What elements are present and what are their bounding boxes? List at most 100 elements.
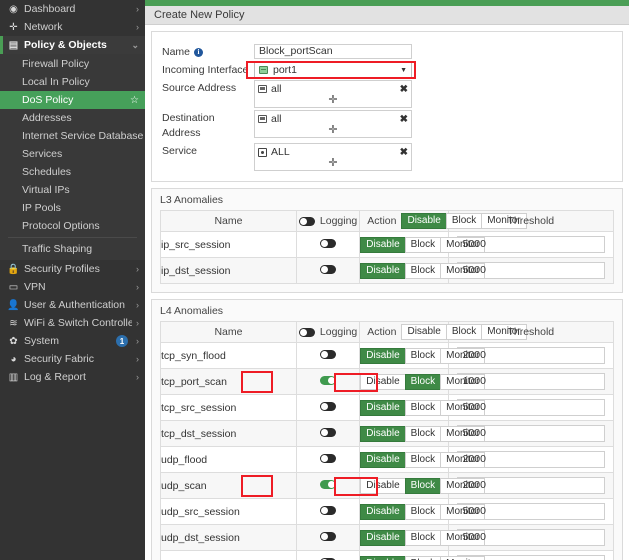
action-button-block[interactable]: Block — [404, 451, 442, 468]
action-button-block[interactable]: Block — [404, 503, 442, 520]
logging-toggle[interactable] — [320, 453, 337, 463]
action-button-disable[interactable]: Disable — [360, 477, 406, 494]
name-input[interactable]: Block_portScan — [254, 44, 412, 59]
info-icon[interactable]: i — [194, 48, 204, 57]
action-button-block[interactable]: Block — [404, 529, 442, 546]
remove-source-address-icon[interactable]: ✖ — [400, 84, 408, 95]
table-row[interactable]: udp_flood DisableBlockMonitor2000 — [160, 446, 615, 473]
logging-toggle[interactable] — [320, 264, 337, 274]
table-row[interactable]: tcp_port_scan DisableBlockMonitor1000 — [160, 368, 615, 395]
action-button-block[interactable]: Block — [445, 324, 483, 340]
sidebar-item-dos-policy[interactable]: DoS Policy ☆ — [0, 91, 145, 109]
sidebar-item-ip-pools[interactable]: IP Pools — [0, 199, 145, 217]
action-button-block[interactable]: Block — [404, 373, 442, 390]
action-button-disable[interactable]: Disable — [360, 503, 406, 520]
sidebar-item-services[interactable]: Services — [0, 145, 145, 163]
add-source-address-icon[interactable]: ✛ — [258, 95, 408, 106]
table-row[interactable]: tcp_dst_session DisableBlockMonitor5000 — [160, 420, 615, 447]
action-button-block[interactable]: Block — [404, 477, 442, 494]
sidebar-item-addresses[interactable]: Addresses — [0, 109, 145, 127]
sidebar-item-wifi-switch-controller[interactable]: ≋ WiFi & Switch Controller › — [0, 314, 145, 332]
remove-service-icon[interactable]: ✖ — [400, 147, 408, 158]
sidebar-item-virtual-ips[interactable]: Virtual IPs — [0, 181, 145, 199]
sidebar-item-vpn[interactable]: ▭ VPN › — [0, 278, 145, 296]
logging-toggle-all[interactable] — [298, 327, 315, 337]
logging-toggle[interactable] — [320, 479, 337, 489]
action-button-block[interactable]: Block — [404, 262, 442, 279]
threshold-input[interactable]: 2000 — [456, 347, 605, 364]
content-scroll[interactable]: Name i Block_portScan Incoming Interface… — [145, 25, 629, 560]
logging-toggle[interactable] — [320, 375, 337, 385]
add-service-icon[interactable]: ✛ — [258, 158, 408, 169]
threshold-input[interactable]: 5000 — [456, 425, 605, 442]
threshold-input[interactable]: 5000 — [456, 503, 605, 520]
action-button-disable[interactable]: Disable — [360, 236, 406, 253]
favorite-star-icon[interactable]: ☆ — [130, 95, 139, 106]
table-row[interactable]: udp_src_session DisableBlockMonitor5000 — [160, 498, 615, 525]
sidebar-item-internet-service-database[interactable]: Internet Service Database — [0, 127, 145, 145]
action-button-disable[interactable]: Disable — [401, 213, 447, 229]
action-button-block[interactable]: Block — [445, 213, 483, 229]
threshold-input[interactable]: 5000 — [456, 399, 605, 416]
sidebar-item-security-fabric[interactable]: ◕ Security Fabric › — [0, 350, 145, 368]
action-button-disable[interactable]: Disable — [360, 262, 406, 279]
action-button-block[interactable]: Block — [404, 555, 442, 560]
action-button-block[interactable]: Block — [404, 236, 442, 253]
sidebar-item-protocol-options[interactable]: Protocol Options — [0, 217, 145, 235]
threshold-input[interactable]: 5000 — [456, 529, 605, 546]
toggle-knob — [299, 328, 307, 336]
action-button-disable[interactable]: Disable — [401, 324, 447, 340]
action-button-block[interactable]: Block — [404, 399, 442, 416]
table-row[interactable]: udp_dst_session DisableBlockMonitor5000 — [160, 524, 615, 551]
name-field-wrap: Block_portScan — [254, 44, 412, 59]
destination-address-box[interactable]: all ✖ ✛ — [254, 110, 412, 138]
logging-toggle-all[interactable] — [298, 216, 315, 226]
sidebar-item-traffic-shaping[interactable]: Traffic Shaping — [0, 240, 145, 258]
incoming-interface-select[interactable]: port1 ▼ — [254, 62, 412, 78]
sidebar-item-security-profiles[interactable]: 🔒 Security Profiles › — [0, 260, 145, 278]
threshold-input[interactable]: 2000 — [456, 477, 605, 494]
sidebar-item-log-report[interactable]: ▥ Log & Report › — [0, 368, 145, 386]
sidebar-item-label: Dashboard — [24, 3, 76, 15]
action-button-block[interactable]: Block — [404, 425, 442, 442]
sidebar-item-firewall-policy[interactable]: Firewall Policy — [0, 55, 145, 73]
sidebar-item-network[interactable]: ✛ Network › — [0, 18, 145, 36]
action-button-disable[interactable]: Disable — [360, 399, 406, 416]
sidebar-item-policy-objects[interactable]: ▤ Policy & Objects ⌄ — [0, 36, 145, 54]
add-destination-address-icon[interactable]: ✛ — [258, 125, 408, 136]
action-button-disable[interactable]: Disable — [360, 555, 406, 560]
action-button-disable[interactable]: Disable — [360, 451, 406, 468]
table-row[interactable]: ip_dst_session DisableBlockMonitor5000 — [160, 257, 615, 284]
sidebar-subitem-label: Services — [22, 148, 63, 160]
threshold-input[interactable]: 5000 — [456, 262, 605, 279]
table-row[interactable]: tcp_src_session DisableBlockMonitor5000 — [160, 394, 615, 421]
sidebar-item-local-in-policy[interactable]: Local In Policy — [0, 73, 145, 91]
table-row[interactable]: tcp_syn_flood DisableBlockMonitor2000 — [160, 342, 615, 369]
logging-toggle[interactable] — [320, 505, 337, 515]
sidebar-item-system[interactable]: ✿ System 1 › — [0, 332, 145, 350]
sidebar-item-dashboard[interactable]: ◉ Dashboard › — [0, 0, 145, 18]
service-box[interactable]: ALL ✖ ✛ — [254, 143, 412, 171]
threshold-input[interactable]: 1000 — [456, 373, 605, 390]
table-row[interactable]: DisableBlockMonitor — [160, 550, 615, 560]
logging-toggle[interactable] — [320, 401, 337, 411]
logging-toggle[interactable] — [320, 531, 337, 541]
action-button-monitor[interactable]: Monitor — [440, 555, 486, 560]
logging-toggle[interactable] — [320, 427, 337, 437]
logging-toggle[interactable] — [320, 238, 337, 248]
threshold-input[interactable]: 5000 — [456, 236, 605, 253]
table-row[interactable]: ip_src_session DisableBlockMonitor5000 — [160, 231, 615, 258]
action-button-disable[interactable]: Disable — [360, 373, 406, 390]
sidebar-item-user-authentication[interactable]: 👤 User & Authentication › — [0, 296, 145, 314]
action-button-block[interactable]: Block — [404, 347, 442, 364]
remove-destination-address-icon[interactable]: ✖ — [400, 114, 408, 125]
threshold-input[interactable]: 2000 — [456, 451, 605, 468]
source-address-box[interactable]: all ✖ ✛ — [254, 80, 412, 108]
action-button-disable[interactable]: Disable — [360, 529, 406, 546]
row-action-cell: DisableBlockMonitor — [359, 524, 486, 551]
action-button-disable[interactable]: Disable — [360, 347, 406, 364]
sidebar-item-schedules[interactable]: Schedules — [0, 163, 145, 181]
action-button-disable[interactable]: Disable — [360, 425, 406, 442]
table-row[interactable]: udp_scan DisableBlockMonitor2000 — [160, 472, 615, 499]
logging-toggle[interactable] — [320, 349, 337, 359]
